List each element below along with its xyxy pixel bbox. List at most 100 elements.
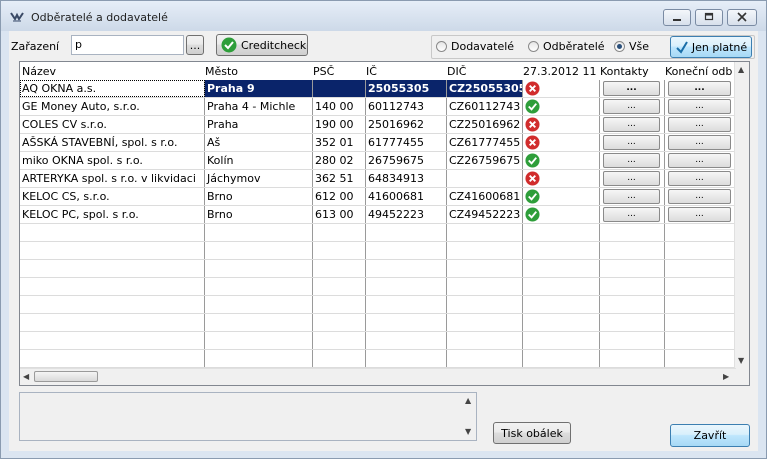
col-kontakty[interactable]: Kontakty: [600, 65, 649, 78]
cell-mesto[interactable]: [205, 296, 313, 313]
cell-kontakty[interactable]: ...: [600, 152, 665, 169]
cell-dic[interactable]: [447, 296, 523, 313]
data-grid[interactable]: Název Město PSČ IČ DIČ 27.3.2012 11: Kon…: [19, 61, 750, 386]
cell-konecni[interactable]: ...: [665, 80, 736, 97]
cell-status[interactable]: [523, 206, 600, 223]
cell-status[interactable]: [523, 152, 600, 169]
cell-kontakty[interactable]: ...: [600, 188, 665, 205]
cell-kontakty[interactable]: [600, 224, 665, 241]
cell-mesto[interactable]: [205, 224, 313, 241]
cell-status[interactable]: [523, 98, 600, 115]
cell-konecni[interactable]: [665, 224, 736, 241]
minimize-button[interactable]: [663, 9, 691, 26]
cell-ic[interactable]: [366, 314, 447, 331]
cell-nazev[interactable]: KELOC PC, spol. s r.o.: [20, 206, 205, 223]
kontakty-button[interactable]: ...: [603, 99, 660, 114]
table-row[interactable]: [20, 350, 736, 368]
table-row[interactable]: [20, 242, 736, 260]
scroll-right-icon[interactable]: ▶: [723, 372, 729, 381]
cell-konecni[interactable]: [665, 350, 736, 367]
table-row[interactable]: [20, 278, 736, 296]
cell-ic[interactable]: 60112743: [366, 98, 447, 115]
cell-nazev[interactable]: [20, 332, 205, 349]
cell-dic[interactable]: CZ61777455: [447, 134, 523, 151]
cell-nazev[interactable]: [20, 224, 205, 241]
cell-ic[interactable]: [366, 296, 447, 313]
cell-dic[interactable]: [447, 242, 523, 259]
cell-psc[interactable]: [313, 260, 366, 277]
scroll-up-icon[interactable]: ▲: [738, 65, 744, 74]
cell-nazev[interactable]: COLES CV s.r.o.: [20, 116, 205, 133]
memo-scrollbar[interactable]: ▲ ▼: [462, 393, 476, 440]
cell-nazev[interactable]: AQ OKNA a.s.: [20, 80, 205, 97]
cell-konecni[interactable]: [665, 260, 736, 277]
kontakty-button[interactable]: ...: [603, 135, 660, 150]
scroll-down-icon[interactable]: ▼: [738, 356, 744, 365]
col-dic[interactable]: DIČ: [447, 65, 466, 78]
radio-dodavatele[interactable]: Dodavatelé: [436, 40, 514, 53]
col-ic[interactable]: IČ: [366, 65, 377, 78]
cell-nazev[interactable]: [20, 314, 205, 331]
table-row[interactable]: [20, 314, 736, 332]
cell-mesto[interactable]: Praha 4 - Michle: [205, 98, 313, 115]
tisk-obalek-button[interactable]: Tisk obálek: [493, 422, 571, 444]
zarazeni-browse-button[interactable]: ...: [186, 35, 204, 55]
col-mesto[interactable]: Město: [205, 65, 238, 78]
cell-psc[interactable]: [313, 80, 366, 97]
konecni-odb-button[interactable]: ...: [668, 153, 731, 168]
cell-mesto[interactable]: Brno: [205, 206, 313, 223]
table-row[interactable]: AQ OKNA a.s. Praha 9 25055305 CZ25055305...…: [20, 80, 736, 98]
maximize-button[interactable]: [695, 9, 723, 26]
table-row[interactable]: ARTERYKA spol. s r.o. v likvidaci Jáchymo…: [20, 170, 736, 188]
cell-psc[interactable]: [313, 278, 366, 295]
cell-kontakty[interactable]: ...: [600, 116, 665, 133]
cell-status[interactable]: [523, 332, 600, 349]
cell-kontakty[interactable]: [600, 278, 665, 295]
cell-ic[interactable]: 49452223: [366, 206, 447, 223]
kontakty-button[interactable]: ...: [603, 81, 660, 96]
table-row[interactable]: [20, 332, 736, 350]
cell-psc[interactable]: 352 01: [313, 134, 366, 151]
cell-status[interactable]: [523, 170, 600, 187]
cell-konecni[interactable]: [665, 296, 736, 313]
close-button[interactable]: [727, 9, 757, 26]
table-row[interactable]: GE Money Auto, s.r.o. Praha 4 - Michle 140…: [20, 98, 736, 116]
horizontal-scroll-thumb[interactable]: [34, 371, 98, 382]
cell-nazev[interactable]: KELOC CS, s.r.o.: [20, 188, 205, 205]
cell-status[interactable]: [523, 134, 600, 151]
konecni-odb-button[interactable]: ...: [668, 99, 731, 114]
cell-ic[interactable]: [366, 332, 447, 349]
cell-psc[interactable]: 612 00: [313, 188, 366, 205]
cell-dic[interactable]: [447, 260, 523, 277]
cell-konecni[interactable]: [665, 332, 736, 349]
grid-horizontal-scrollbar[interactable]: ◀ ▶: [20, 368, 736, 385]
cell-dic[interactable]: CZ41600681: [447, 188, 523, 205]
cell-kontakty[interactable]: [600, 242, 665, 259]
cell-konecni[interactable]: [665, 278, 736, 295]
cell-status[interactable]: [523, 116, 600, 133]
table-row[interactable]: [20, 260, 736, 278]
cell-kontakty[interactable]: ...: [600, 98, 665, 115]
cell-kontakty[interactable]: ...: [600, 170, 665, 187]
cell-mesto[interactable]: [205, 242, 313, 259]
cell-psc[interactable]: 613 00: [313, 206, 366, 223]
cell-status[interactable]: [523, 296, 600, 313]
cell-mesto[interactable]: Praha 9: [205, 80, 313, 97]
cell-kontakty[interactable]: [600, 260, 665, 277]
cell-kontakty[interactable]: [600, 296, 665, 313]
kontakty-button[interactable]: ...: [603, 171, 660, 186]
cell-ic[interactable]: [366, 350, 447, 367]
cell-mesto[interactable]: Brno: [205, 188, 313, 205]
cell-mesto[interactable]: Kolín: [205, 152, 313, 169]
cell-psc[interactable]: [313, 296, 366, 313]
cell-mesto[interactable]: [205, 350, 313, 367]
cell-dic[interactable]: [447, 350, 523, 367]
table-row[interactable]: miko OKNA spol. s r.o. Kolín 280 02 2675967…: [20, 152, 736, 170]
konecni-odb-button[interactable]: ...: [668, 135, 731, 150]
cell-nazev[interactable]: AŠSKÁ STAVEBNÍ, spol. s r.o.: [20, 134, 205, 151]
cell-nazev[interactable]: [20, 278, 205, 295]
cell-dic[interactable]: [447, 224, 523, 241]
grid-vertical-scrollbar[interactable]: ▲ ▼: [734, 62, 749, 369]
cell-ic[interactable]: 61777455: [366, 134, 447, 151]
cell-nazev[interactable]: ARTERYKA spol. s r.o. v likvidaci: [20, 170, 205, 187]
